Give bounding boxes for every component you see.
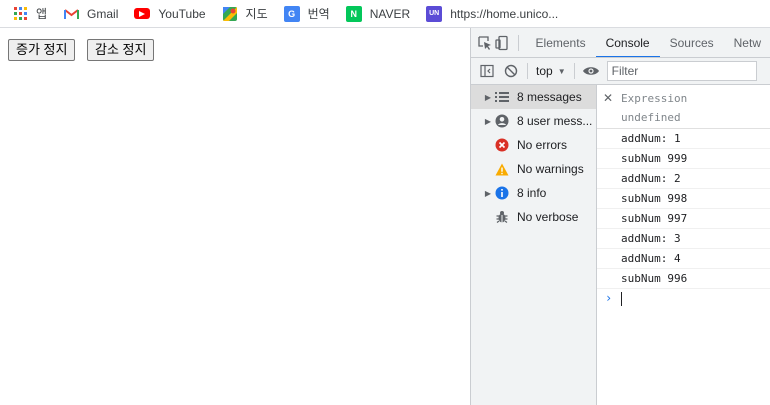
bookmark-label: YouTube <box>158 6 206 21</box>
bookmark-label: 지도 <box>245 7 268 21</box>
console-message: subNum 996 <box>597 269 770 289</box>
expand-arrow-icon: ▶ <box>484 92 492 102</box>
context-selector[interactable]: top ▼ <box>532 64 570 78</box>
sidebar-item-label: 8 user mess... <box>517 114 593 128</box>
error-icon <box>495 138 509 152</box>
expand-arrow-icon: ▶ <box>484 116 492 126</box>
sidebar-item-label: 8 messages <box>517 90 582 104</box>
console-message: addNum: 2 <box>597 169 770 189</box>
sidebar-item-info[interactable]: ▶ 8 info <box>471 181 596 205</box>
inspect-element-icon[interactable] <box>477 31 494 55</box>
translate-icon: G <box>283 5 300 22</box>
bookmark-unico[interactable]: UN https://home.unico... <box>426 5 559 22</box>
live-expression: ✕ Expression undefined <box>597 85 770 129</box>
context-label: top <box>536 64 553 78</box>
info-icon <box>495 186 509 200</box>
sidebar-toggle-icon[interactable] <box>475 59 499 83</box>
text-caret <box>621 292 622 306</box>
bookmark-label: Gmail <box>87 6 119 21</box>
user-icon <box>495 114 509 128</box>
tab-console[interactable]: Console <box>595 28 660 57</box>
devtools-panel: Elements Console Sources Netw top ▼ Filt… <box>470 28 770 405</box>
bookmark-maps[interactable]: 지도 <box>222 5 268 22</box>
gmail-icon <box>63 6 79 22</box>
youtube-icon <box>134 8 151 19</box>
console-filter-input[interactable] <box>606 61 757 81</box>
expand-arrow-icon: ▶ <box>484 188 492 198</box>
bug-icon <box>495 210 509 224</box>
sidebar-item-label: No verbose <box>517 210 579 224</box>
console-message: addNum: 3 <box>597 229 770 249</box>
expression-value: undefined <box>621 111 681 124</box>
tab-network[interactable]: Netw <box>724 28 770 57</box>
devtools-tab-bar: Elements Console Sources Netw <box>471 28 770 58</box>
clear-console-icon[interactable] <box>499 59 523 83</box>
sidebar-item-label: No errors <box>517 138 568 152</box>
warning-icon <box>495 162 509 176</box>
sidebar-item-user-messages[interactable]: ▶ 8 user mess... <box>471 109 596 133</box>
stop-increase-button[interactable]: 증가 정지 <box>8 39 76 61</box>
sidebar-item-verbose[interactable]: No verbose <box>471 205 596 229</box>
bookmark-label: 번역 <box>307 7 330 21</box>
sidebar-item-label: No warnings <box>517 162 584 176</box>
bookmarks-bar: 앱 Gmail YouTube 지도 G 번역 N NAVER UN https… <box>0 0 770 28</box>
console-toolbar: top ▼ <box>471 58 770 85</box>
bookmark-translate[interactable]: G 번역 <box>283 5 330 22</box>
bookmark-youtube[interactable]: YouTube <box>134 6 206 21</box>
bookmark-label: https://home.unico... <box>450 6 559 21</box>
list-icon <box>495 90 509 104</box>
console-prompt[interactable]: › <box>597 289 770 309</box>
prompt-chevron-icon: › <box>605 291 613 305</box>
bookmark-label: 앱 <box>36 7 48 21</box>
toolbar-divider <box>573 63 575 79</box>
apps-grid-icon <box>12 6 28 22</box>
sidebar-item-messages[interactable]: ▶ 8 messages <box>471 85 596 109</box>
toolbar-divider <box>517 34 519 51</box>
close-icon[interactable]: ✕ <box>603 91 613 105</box>
expression-label: Expression <box>621 92 688 105</box>
dropdown-arrow-icon: ▼ <box>557 66 566 76</box>
console-output[interactable]: ✕ Expression undefined addNum: 1 subNum … <box>597 85 770 405</box>
console-message: addNum: 1 <box>597 129 770 149</box>
tab-elements[interactable]: Elements <box>526 28 596 57</box>
console-message: subNum 999 <box>597 149 770 169</box>
console-message: addNum: 4 <box>597 249 770 269</box>
sidebar-item-warnings[interactable]: No warnings <box>471 157 596 181</box>
sidebar-item-errors[interactable]: No errors <box>471 133 596 157</box>
console-message: subNum 998 <box>597 189 770 209</box>
console-message: subNum 997 <box>597 209 770 229</box>
bookmark-apps[interactable]: 앱 <box>12 5 47 22</box>
unico-icon: UN <box>426 5 443 22</box>
stop-decrease-button[interactable]: 감소 정지 <box>87 39 155 61</box>
page-viewport: 증가 정지 감소 정지 <box>0 28 470 405</box>
bookmark-gmail[interactable]: Gmail <box>63 6 118 22</box>
naver-icon: N <box>345 5 362 22</box>
bookmark-label: NAVER <box>369 6 411 21</box>
console-sidebar: ▶ 8 messages ▶ 8 user mess... No errors … <box>471 85 597 405</box>
sidebar-item-label: 8 info <box>517 186 547 200</box>
bookmark-naver[interactable]: N NAVER <box>345 5 411 22</box>
eye-icon[interactable] <box>579 59 603 83</box>
maps-icon <box>222 6 238 22</box>
toolbar-divider <box>527 63 528 79</box>
device-toolbar-icon[interactable] <box>494 31 511 55</box>
tab-sources[interactable]: Sources <box>660 28 724 57</box>
